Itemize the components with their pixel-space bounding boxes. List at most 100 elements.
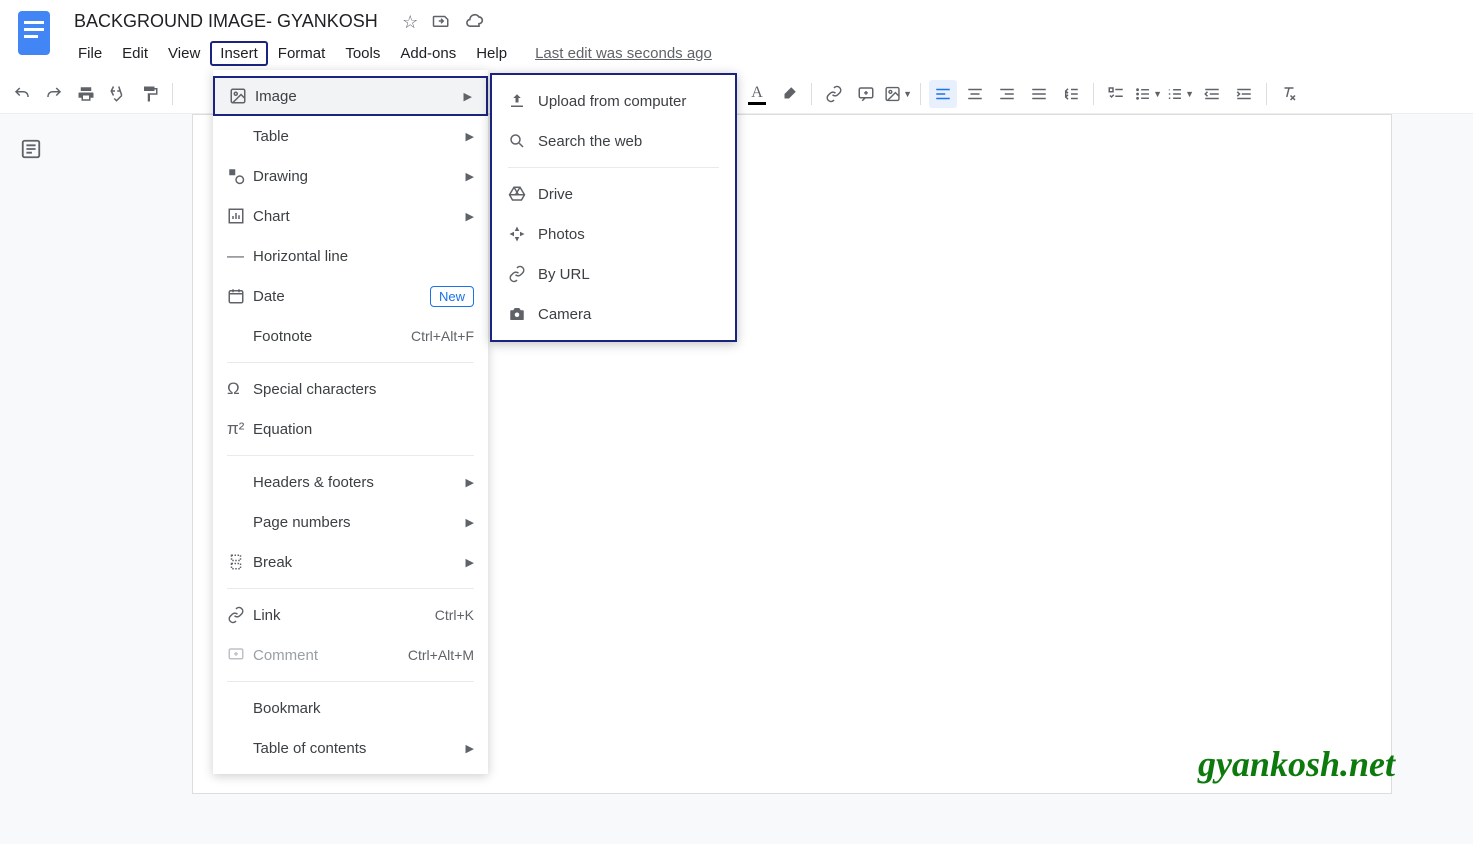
menu-label: Horizontal line <box>253 248 474 265</box>
menu-tools[interactable]: Tools <box>335 41 390 66</box>
link-icon <box>227 606 253 624</box>
submenu-arrow-icon: ▶ <box>466 130 474 143</box>
search-icon <box>508 132 538 150</box>
text-color-button[interactable]: A <box>743 80 771 108</box>
menu-view[interactable]: View <box>158 41 210 66</box>
bulleted-list-button[interactable]: ▼ <box>1134 80 1162 108</box>
spellcheck-button[interactable] <box>104 80 132 108</box>
menu-item-image[interactable]: Image ▶ <box>213 76 488 116</box>
shortcut-label: Ctrl+K <box>435 607 474 623</box>
insert-link-button[interactable] <box>820 80 848 108</box>
submenu-arrow-icon: ▶ <box>466 210 474 223</box>
image-icon <box>229 87 255 105</box>
drive-icon <box>508 185 538 203</box>
submenu-arrow-icon: ▶ <box>464 90 472 103</box>
drawing-icon <box>227 167 253 185</box>
move-icon[interactable] <box>432 12 450 33</box>
menu-item-bookmark[interactable]: Bookmark <box>213 688 488 728</box>
increase-indent-button[interactable] <box>1230 80 1258 108</box>
submenu-arrow-icon: ▶ <box>466 170 474 183</box>
menu-item-drawing[interactable]: Drawing▶ <box>213 156 488 196</box>
menu-item-hline[interactable]: ―Horizontal line <box>213 236 488 276</box>
submenu-label: Camera <box>538 306 591 323</box>
decrease-indent-button[interactable] <box>1198 80 1226 108</box>
submenu-camera[interactable]: Camera <box>492 294 735 334</box>
submenu-label: Drive <box>538 186 573 203</box>
shortcut-label: Ctrl+Alt+F <box>411 328 474 344</box>
paint-format-button[interactable] <box>136 80 164 108</box>
menu-item-link[interactable]: Link Ctrl+K <box>213 595 488 635</box>
submenu-search-web[interactable]: Search the web <box>492 121 735 161</box>
menu-label: Bookmark <box>253 700 474 717</box>
line-spacing-button[interactable] <box>1057 80 1085 108</box>
break-icon <box>227 553 253 571</box>
menu-item-date[interactable]: Date New <box>213 276 488 316</box>
submenu-arrow-icon: ▶ <box>466 516 474 529</box>
menu-item-special-chars[interactable]: ΩSpecial characters <box>213 369 488 409</box>
align-right-button[interactable] <box>993 80 1021 108</box>
menu-item-break[interactable]: Break▶ <box>213 542 488 582</box>
hline-icon: ― <box>227 246 253 266</box>
menu-item-headers-footers[interactable]: Headers & footers▶ <box>213 462 488 502</box>
pi-icon: π² <box>227 419 253 439</box>
menu-item-table[interactable]: Table▶ <box>213 116 488 156</box>
align-left-button[interactable] <box>929 80 957 108</box>
insert-menu: Image ▶ Table▶ Drawing▶ Chart▶ ―Horizont… <box>213 70 488 774</box>
image-submenu: Upload from computer Search the web Driv… <box>490 73 737 342</box>
menu-label: Drawing <box>253 168 466 185</box>
outline-icon[interactable] <box>20 138 42 160</box>
document-title[interactable]: BACKGROUND IMAGE- GYANKOSH <box>68 9 384 33</box>
menu-label: Link <box>253 607 435 624</box>
align-justify-button[interactable] <box>1025 80 1053 108</box>
menu-label: Special characters <box>253 381 474 398</box>
checklist-button[interactable] <box>1102 80 1130 108</box>
date-icon <box>227 287 253 305</box>
menu-item-footnote[interactable]: Footnote Ctrl+Alt+F <box>213 316 488 356</box>
menu-insert[interactable]: Insert <box>210 41 268 66</box>
menu-item-chart[interactable]: Chart▶ <box>213 196 488 236</box>
menu-help[interactable]: Help <box>466 41 517 66</box>
docs-logo[interactable] <box>14 6 54 60</box>
submenu-arrow-icon: ▶ <box>466 476 474 489</box>
clear-formatting-button[interactable] <box>1275 80 1303 108</box>
submenu-label: By URL <box>538 266 590 283</box>
menu-label: Date <box>253 288 430 305</box>
add-comment-button[interactable] <box>852 80 880 108</box>
menu-label: Table <box>253 128 466 145</box>
star-icon[interactable]: ☆ <box>402 12 418 33</box>
numbered-list-button[interactable]: ▼ <box>1166 80 1194 108</box>
last-edit-link[interactable]: Last edit was seconds ago <box>535 45 712 62</box>
menu-label: Page numbers <box>253 514 466 531</box>
cloud-status-icon[interactable] <box>464 12 484 33</box>
menu-label: Table of contents <box>253 740 466 757</box>
menu-label: Break <box>253 554 466 571</box>
menu-edit[interactable]: Edit <box>112 41 158 66</box>
highlight-button[interactable] <box>775 80 803 108</box>
submenu-arrow-icon: ▶ <box>466 742 474 755</box>
menu-label: Footnote <box>253 328 411 345</box>
menu-item-page-numbers[interactable]: Page numbers▶ <box>213 502 488 542</box>
insert-image-button[interactable]: ▼ <box>884 80 912 108</box>
menu-format[interactable]: Format <box>268 41 336 66</box>
menu-label: Chart <box>253 208 466 225</box>
submenu-label: Search the web <box>538 133 642 150</box>
submenu-upload[interactable]: Upload from computer <box>492 81 735 121</box>
chart-icon <box>227 207 253 225</box>
menu-item-comment: Comment Ctrl+Alt+M <box>213 635 488 675</box>
menu-file[interactable]: File <box>68 41 112 66</box>
submenu-drive[interactable]: Drive <box>492 174 735 214</box>
omega-icon: Ω <box>227 379 253 399</box>
align-center-button[interactable] <box>961 80 989 108</box>
camera-icon <box>508 305 538 323</box>
undo-button[interactable] <box>8 80 36 108</box>
menu-item-equation[interactable]: π²Equation <box>213 409 488 449</box>
submenu-byurl[interactable]: By URL <box>492 254 735 294</box>
shortcut-label: Ctrl+Alt+M <box>408 647 474 663</box>
menubar: File Edit View Insert Format Tools Add-o… <box>68 38 1473 68</box>
print-button[interactable] <box>72 80 100 108</box>
submenu-photos[interactable]: Photos <box>492 214 735 254</box>
menu-item-toc[interactable]: Table of contents▶ <box>213 728 488 768</box>
menu-addons[interactable]: Add-ons <box>390 41 466 66</box>
submenu-label: Upload from computer <box>538 93 686 110</box>
redo-button[interactable] <box>40 80 68 108</box>
